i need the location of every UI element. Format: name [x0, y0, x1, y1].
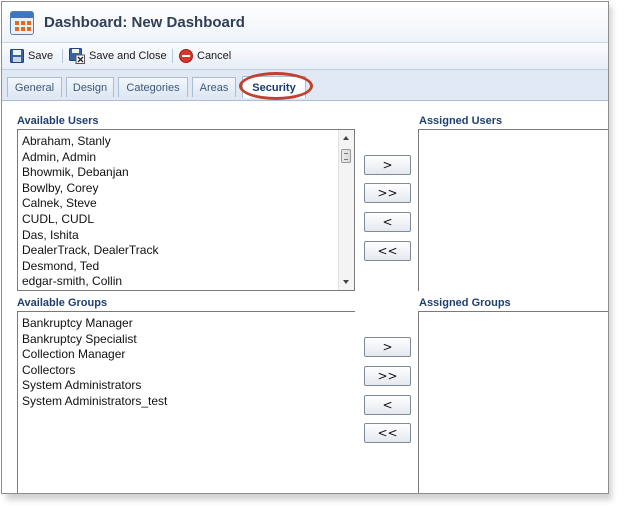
- cancel-label: Cancel: [197, 50, 232, 62]
- list-item[interactable]: Bankruptcy Specialist: [18, 332, 355, 348]
- list-item[interactable]: System Administrators_test: [18, 394, 355, 410]
- dashboard-window: Dashboard: New Dashboard Save Save and C…: [1, 1, 609, 494]
- floppy-disk-icon: [10, 49, 24, 63]
- red-cancel-icon: [179, 49, 193, 63]
- title-bar: Dashboard: New Dashboard: [2, 2, 608, 43]
- tab-design[interactable]: Design: [66, 77, 114, 97]
- tab-areas[interactable]: Areas: [192, 77, 236, 97]
- list-item[interactable]: CUDL, CUDL: [18, 212, 354, 228]
- tab-categories[interactable]: Categories: [118, 77, 188, 97]
- remove-user-button[interactable]: <: [364, 212, 411, 232]
- assigned-users-label: Assigned Users: [419, 115, 503, 127]
- list-item[interactable]: Admin, Admin: [18, 150, 354, 166]
- list-item[interactable]: Abraham, Stanly: [18, 134, 354, 150]
- dashboard-icon: [10, 11, 34, 35]
- assigned-groups-label: Assigned Groups: [419, 297, 511, 309]
- list-item[interactable]: Bowlby, Corey: [18, 181, 354, 197]
- available-users-label: Available Users: [17, 115, 99, 127]
- add-all-users-button[interactable]: >>: [364, 183, 411, 203]
- save-button[interactable]: Save: [10, 48, 53, 64]
- list-item[interactable]: Bhowmik, Debanjan: [18, 165, 354, 181]
- available-groups-list[interactable]: Bankruptcy Manager Bankruptcy Specialist C…: [17, 311, 355, 493]
- list-item[interactable]: Collection Manager: [18, 347, 355, 363]
- security-panel: Available Users Assigned Users Abraham, …: [2, 101, 608, 493]
- toolbar-separator: [62, 49, 63, 63]
- security-tab-highlight-ring: [239, 72, 313, 100]
- add-all-groups-button[interactable]: >>: [364, 366, 411, 386]
- save-label: Save: [28, 50, 54, 62]
- window-title: Dashboard: New Dashboard: [44, 14, 245, 31]
- list-item[interactable]: Collectors: [18, 363, 355, 379]
- list-item[interactable]: Das, Ishita: [18, 228, 354, 244]
- available-users-list[interactable]: Abraham, Stanly Admin, Admin Bhowmik, Deba…: [17, 129, 355, 291]
- list-item[interactable]: DealerTrack, DealerTrack: [18, 243, 354, 259]
- toolbar: Save Save and Close Cancel: [2, 43, 608, 70]
- list-item[interactable]: edgar-smith, Collin: [18, 274, 354, 290]
- cancel-button[interactable]: Cancel: [179, 48, 231, 64]
- toolbar-separator: [172, 49, 173, 63]
- scroll-thumb[interactable]: [341, 149, 351, 163]
- scroll-down-arrow-icon[interactable]: [343, 280, 349, 284]
- add-user-button[interactable]: >: [364, 155, 411, 175]
- assigned-groups-list[interactable]: [418, 311, 608, 493]
- list-item[interactable]: Desmond, Ted: [18, 259, 354, 275]
- save-and-close-label: Save and Close: [89, 50, 167, 62]
- available-groups-label: Available Groups: [17, 297, 108, 309]
- remove-all-users-button[interactable]: <<: [364, 241, 411, 261]
- remove-all-groups-button[interactable]: <<: [364, 423, 411, 443]
- list-item[interactable]: Calnek, Steve: [18, 196, 354, 212]
- scroll-up-arrow-icon[interactable]: [343, 136, 349, 140]
- list-item[interactable]: System Administrators: [18, 378, 355, 394]
- list-item[interactable]: Bankruptcy Manager: [18, 316, 355, 332]
- add-group-button[interactable]: >: [364, 337, 411, 357]
- save-and-close-button[interactable]: Save and Close: [69, 48, 167, 64]
- assigned-users-list[interactable]: [418, 129, 608, 291]
- users-scrollbar[interactable]: [338, 130, 354, 290]
- floppy-disk-close-icon: [69, 48, 85, 64]
- remove-group-button[interactable]: <: [364, 395, 411, 415]
- tab-general[interactable]: General: [7, 77, 62, 97]
